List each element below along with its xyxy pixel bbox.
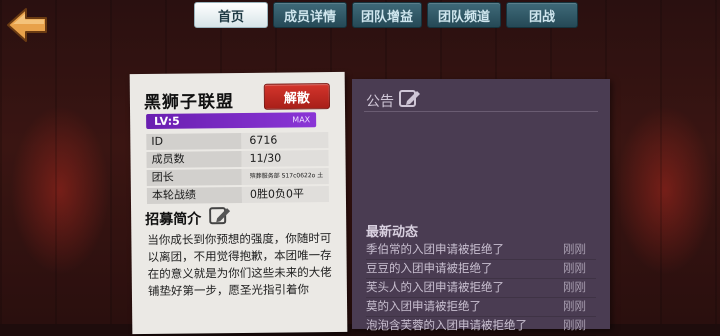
news-text: 芙头人的入团申请被拒绝了	[366, 280, 504, 294]
edit-recruit-button[interactable]	[209, 205, 231, 225]
info-key: 本轮战绩	[146, 186, 242, 204]
level-bar: LV:5 MAX	[146, 112, 317, 129]
list-item: 豆豆的入团申请被拒绝了 刚刚	[366, 260, 596, 279]
notice-panel: 公告 最新动态 季伯常的入团申请被拒绝了 刚刚 豆豆的入团申请被拒绝了 刚刚 芙…	[352, 79, 610, 336]
info-key: 团长	[146, 168, 242, 186]
recruit-title: 招募简介	[145, 211, 202, 228]
tab-home[interactable]: 首页	[194, 2, 268, 28]
news-time: 刚刚	[563, 242, 586, 256]
info-value: 殡葬服务部 S17c0622o 土肆	[241, 168, 329, 196]
divider	[364, 111, 598, 112]
info-row-record: 本轮战绩 0胜0负0平	[146, 186, 329, 204]
recruit-description: 当你成长到你预想的强度，你随时可以离团，不用觉得抱歉，本团唯一存在的意义就是为你…	[147, 231, 332, 298]
dissolve-button[interactable]: 解散	[263, 83, 331, 110]
news-time: 刚刚	[563, 261, 586, 275]
list-item: 莫的入团申请被拒绝了 刚刚	[366, 298, 596, 317]
info-value: 11/30	[241, 150, 329, 167]
tab-bar: 首页 成员详情 团队增益 团队频道 团战	[194, 2, 578, 28]
guild-info-card: 黑狮子联盟 解散 LV:5 MAX ID 6716 成员数 11/30 团长 殡…	[129, 71, 348, 335]
info-key: ID	[146, 132, 242, 150]
info-value: 6716	[241, 132, 329, 149]
news-time: 刚刚	[563, 280, 586, 294]
guild-name: 黑狮子联盟	[143, 92, 235, 113]
info-value: 0胜0负0平	[241, 186, 329, 203]
info-row-id: ID 6716	[146, 132, 329, 150]
notice-label: 公告	[366, 94, 394, 110]
tab-team-buffs[interactable]: 团队增益	[352, 2, 422, 28]
pencil-icon	[209, 207, 231, 225]
news-text: 豆豆的入团申请被拒绝了	[366, 261, 493, 275]
news-list: 季伯常的入团申请被拒绝了 刚刚 豆豆的入团申请被拒绝了 刚刚 芙头人的入团申请被…	[366, 241, 596, 336]
info-row-members: 成员数 11/30	[146, 150, 329, 168]
news-text: 泡泡含芙蓉的入团申请被拒绝了	[366, 318, 527, 332]
guild-info-table: ID 6716 成员数 11/30 团长 殡葬服务部 S17c0622o 土肆 …	[146, 132, 329, 206]
level-text: LV:5	[154, 114, 180, 128]
edit-notice-button[interactable]	[399, 88, 421, 108]
news-text: 季伯常的入团申请被拒绝了	[366, 242, 504, 256]
news-time: 刚刚	[563, 299, 586, 313]
list-item: 泡泡含芙蓉的入团申请被拒绝了 刚刚	[366, 317, 596, 336]
back-arrow-icon	[7, 8, 47, 42]
list-item: 季伯常的入团申请被拒绝了 刚刚	[366, 241, 596, 260]
news-text: 莫的入团申请被拒绝了	[366, 299, 481, 313]
tab-team-battle[interactable]: 团战	[506, 2, 578, 28]
news-title: 最新动态	[366, 225, 419, 240]
tab-member-details[interactable]: 成员详情	[273, 2, 347, 28]
back-button[interactable]	[6, 6, 50, 44]
news-time: 刚刚	[563, 318, 586, 332]
level-max-label: MAX	[292, 115, 311, 125]
pencil-icon	[399, 90, 420, 107]
info-row-leader: 团长 殡葬服务部 S17c0622o 土肆	[146, 168, 329, 196]
info-key: 成员数	[146, 150, 242, 168]
tab-team-channel[interactable]: 团队频道	[427, 2, 501, 28]
list-item: 芙头人的入团申请被拒绝了 刚刚	[366, 279, 596, 298]
